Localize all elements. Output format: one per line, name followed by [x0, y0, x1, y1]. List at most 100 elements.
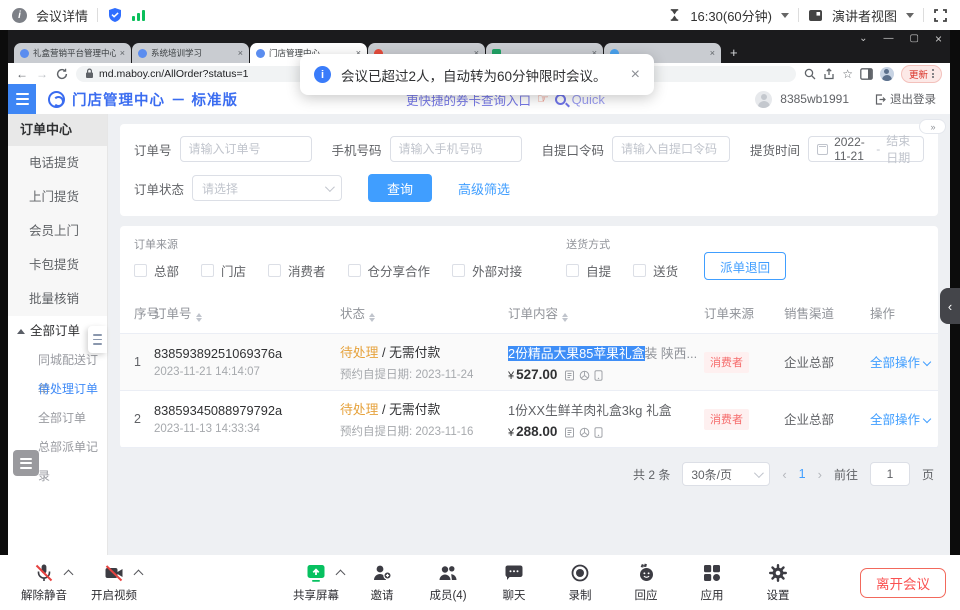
members-button[interactable]: 成员(4)	[420, 562, 476, 603]
checkbox-store[interactable]: 门店	[201, 261, 246, 280]
close-window-button[interactable]: ×	[935, 32, 942, 46]
checkbox-icon[interactable]	[566, 264, 579, 277]
share-page-icon[interactable]	[823, 68, 835, 80]
zoom-icon[interactable]	[804, 68, 816, 80]
share-options-caret[interactable]	[336, 570, 346, 580]
all-actions-dropdown[interactable]: 全部操作	[870, 356, 930, 370]
browser-update-button[interactable]: 更新	[901, 65, 942, 83]
sidebar-item-batch-verify[interactable]: 批量核销	[8, 282, 107, 316]
sidebar-item-door-pickup[interactable]: 上门提货	[8, 180, 107, 214]
back-icon[interactable]: ←	[16, 68, 28, 80]
col-status[interactable]: 状态	[340, 292, 508, 334]
network-icon[interactable]	[579, 370, 590, 381]
tab-close-icon[interactable]: ×	[238, 48, 243, 58]
pickup-code-input[interactable]	[612, 136, 730, 162]
checkbox-icon[interactable]	[268, 264, 281, 277]
view-mode-label[interactable]: 演讲者视图	[832, 6, 897, 25]
tab-giftbox-admin[interactable]: 礼盒营销平台管理中心 ×	[14, 43, 131, 63]
lock-icon[interactable]	[85, 68, 94, 79]
menu-hamburger-icon[interactable]	[8, 84, 36, 114]
minimize-button[interactable]: —	[884, 32, 894, 46]
reload-icon[interactable]	[56, 68, 68, 80]
sidebar-item-card-pickup[interactable]: 卡包提货	[8, 248, 107, 282]
maximize-button[interactable]: ▢	[910, 32, 919, 46]
invite-button[interactable]: 邀请	[354, 562, 410, 603]
settings-button[interactable]: 设置	[750, 562, 806, 603]
view-caret-icon[interactable]	[906, 13, 914, 18]
meeting-timer[interactable]: 16:30(60分钟)	[690, 6, 772, 25]
prev-page-icon[interactable]: ‹	[782, 467, 786, 482]
receipt-icon[interactable]	[564, 427, 575, 438]
tab-close-icon[interactable]: ×	[120, 48, 125, 58]
search-button[interactable]: 查询	[368, 174, 432, 202]
user-avatar[interactable]	[755, 91, 772, 108]
next-page-icon[interactable]: ›	[818, 467, 822, 482]
checkbox-self-pickup[interactable]: 自提	[566, 261, 611, 280]
sidebar-item-phone-pickup[interactable]: 电话提货	[8, 146, 107, 180]
sort-icon[interactable]	[196, 313, 202, 322]
goto-page-input[interactable]	[870, 462, 910, 486]
col-content[interactable]: 订单内容	[508, 292, 704, 334]
mic-options-caret[interactable]	[64, 570, 74, 580]
dispatch-return-button[interactable]: 派单退回	[704, 252, 786, 280]
new-tab-button[interactable]: +	[730, 45, 738, 60]
start-video-button[interactable]: 开启视频	[86, 562, 142, 603]
current-page[interactable]: 1	[799, 467, 806, 481]
share-screen-button[interactable]: 共享屏幕	[288, 562, 344, 603]
fullscreen-icon[interactable]	[933, 8, 948, 23]
checkbox-icon[interactable]	[134, 264, 147, 277]
advanced-filter-link[interactable]: 高级筛选	[458, 179, 510, 198]
toast-close-icon[interactable]: ×	[631, 67, 640, 83]
bookmark-star-icon[interactable]: ☆	[842, 68, 853, 80]
reactions-button[interactable]: 回应	[618, 562, 674, 603]
tab-training[interactable]: 系统培训学习 ×	[132, 43, 249, 63]
all-actions-dropdown[interactable]: 全部操作	[870, 413, 930, 427]
apps-button[interactable]: 应用	[684, 562, 740, 603]
phone-icon[interactable]	[594, 427, 603, 438]
network-signal-icon[interactable]	[132, 9, 145, 21]
forward-icon[interactable]: →	[36, 68, 48, 80]
security-shield-icon[interactable]	[107, 7, 123, 23]
leave-meeting-button[interactable]: 离开会议	[860, 568, 946, 598]
collapse-filters-button[interactable]: »	[919, 119, 946, 134]
browser-menu-icon[interactable]	[932, 69, 934, 78]
tab-search-icon[interactable]: ⌄	[859, 32, 867, 46]
side-panel-icon[interactable]	[860, 68, 873, 80]
browser-profile-avatar[interactable]	[880, 67, 894, 81]
meeting-panel-handle[interactable]: ‹	[940, 288, 960, 324]
checkbox-icon[interactable]	[348, 264, 361, 277]
page-size-select[interactable]: 30条/页	[682, 462, 770, 486]
chat-button[interactable]: 聊天	[486, 562, 542, 603]
unmute-button[interactable]: 解除静音	[16, 562, 72, 603]
receipt-icon[interactable]	[564, 370, 575, 381]
meeting-info-icon[interactable]: i	[12, 8, 27, 23]
date-start-value[interactable]: 2022-11-21	[834, 135, 870, 163]
tab-close-icon[interactable]: ×	[710, 48, 715, 58]
date-end-placeholder[interactable]: 结束日期	[886, 132, 915, 166]
checkbox-warehouse-coop[interactable]: 仓分享合作	[348, 261, 431, 280]
logout-button[interactable]: 退出登录	[875, 91, 936, 107]
record-button[interactable]: 录制	[552, 562, 608, 603]
phone-icon[interactable]	[594, 370, 603, 381]
checkbox-icon[interactable]	[201, 264, 214, 277]
sidebar-item-member-visit[interactable]: 会员上门	[8, 214, 107, 248]
checkbox-external[interactable]: 外部对接	[452, 261, 522, 280]
sidebar-group-order-center[interactable]: 订单中心	[8, 114, 107, 146]
sidebar-item-all-orders[interactable]: 全部订单	[8, 404, 107, 433]
sort-icon[interactable]	[562, 313, 568, 322]
table-row[interactable]: 1 83859389251069376a 2023-11-21 14:14:07…	[120, 334, 938, 391]
checkbox-delivery[interactable]: 送货	[633, 261, 678, 280]
sort-icon[interactable]	[369, 313, 375, 322]
checkbox-consumer[interactable]: 消费者	[268, 261, 326, 280]
checkbox-hq[interactable]: 总部	[134, 261, 179, 280]
order-status-select[interactable]: 请选择	[192, 175, 342, 201]
timer-caret-icon[interactable]	[781, 13, 789, 18]
date-range-picker[interactable]: 2022-11-21 - 结束日期	[808, 136, 924, 162]
col-order-no[interactable]: 订单号	[154, 292, 340, 334]
order-no-input[interactable]	[180, 136, 312, 162]
sidebar-item-pending-orders[interactable]: 待处理订单	[8, 375, 107, 404]
checkbox-icon[interactable]	[452, 264, 465, 277]
video-options-caret[interactable]	[134, 570, 144, 580]
phone-input[interactable]	[390, 136, 522, 162]
quick-search-icon[interactable]	[555, 94, 566, 105]
